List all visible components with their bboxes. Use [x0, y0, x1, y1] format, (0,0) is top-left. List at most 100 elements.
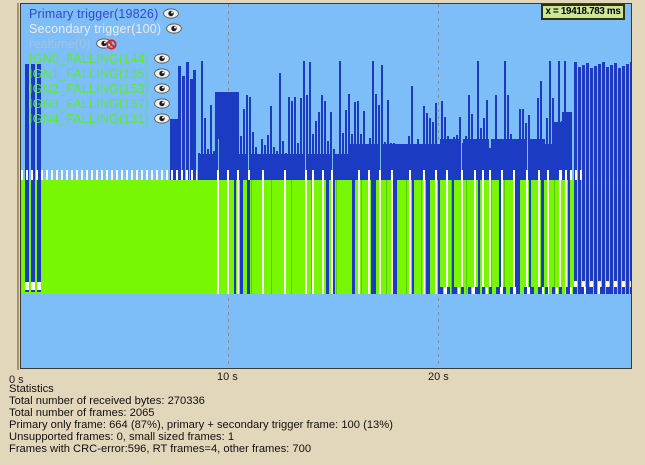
band-gap — [501, 179, 503, 294]
band-gap — [227, 179, 229, 294]
histogram-bar — [417, 139, 419, 180]
bottom-mark — [587, 287, 590, 294]
event-line — [247, 179, 250, 294]
tick — [368, 170, 370, 180]
visibility-eye-icon[interactable] — [154, 53, 170, 64]
event-bar — [618, 68, 621, 294]
band-gap — [284, 179, 286, 294]
histogram-bar — [477, 61, 479, 180]
legend-item-ign2-falling[interactable]: IGN2_FALLING(153) — [29, 81, 182, 96]
event-line — [426, 179, 430, 294]
legend-item-primary-trigger[interactable]: Primary trigger(19826) — [29, 6, 182, 21]
histogram-bar — [231, 151, 233, 180]
trigger-analyzer-window: { "chart": { "cursor_label": "x = 19418.… — [0, 0, 645, 465]
band-gap — [474, 179, 476, 294]
timeline-chart[interactable]: Primary trigger(19826) Secondary trigger… — [20, 3, 632, 369]
visibility-eye-icon[interactable] — [154, 83, 170, 94]
visibility-eye-icon[interactable] — [163, 8, 179, 19]
event-line — [234, 179, 236, 294]
event-line — [452, 179, 454, 294]
legend-item-secondary-trigger[interactable]: Secondary trigger(100) — [29, 21, 182, 36]
histogram-bar — [273, 147, 275, 180]
statistics-line-1: Total number of received bytes: 270336 — [9, 395, 393, 407]
tick — [461, 170, 463, 180]
histogram-bar — [237, 104, 239, 180]
bottom-mark — [472, 287, 474, 294]
event-mark — [590, 281, 593, 287]
histogram-bar — [193, 70, 196, 180]
event-mark — [614, 281, 617, 287]
band-texture-line — [386, 179, 387, 294]
visibility-eye-icon[interactable] — [154, 68, 170, 79]
histogram-bar — [288, 97, 290, 180]
bottom-mark — [524, 287, 527, 294]
event-line — [499, 179, 501, 294]
histogram-bar — [387, 100, 389, 180]
legend-item-ign4-falling[interactable]: IGN4_FALLING(131) — [29, 111, 182, 126]
legend-item-ign3-falling[interactable]: IGN3_FALLING(137) — [29, 96, 182, 111]
histogram-bar — [258, 154, 260, 180]
histogram-bar — [507, 95, 509, 180]
tick — [358, 170, 360, 180]
visibility-eye-icon[interactable] — [154, 98, 170, 109]
bottom-mark — [598, 287, 600, 294]
tick — [559, 170, 561, 180]
bottom-mark — [559, 287, 562, 294]
band-gap — [547, 179, 549, 294]
tick — [379, 170, 381, 180]
histogram-bar — [264, 145, 266, 180]
x-axis-tick-10s: 10 s — [217, 371, 238, 383]
visibility-eye-icon[interactable] — [96, 38, 112, 49]
tick — [446, 170, 448, 180]
bottom-mark — [517, 287, 520, 294]
band-gap — [358, 179, 360, 294]
event-line — [541, 179, 544, 294]
bottom-mark — [454, 287, 457, 294]
bottom-mark — [584, 287, 586, 294]
histogram-bar — [414, 146, 416, 180]
histogram-bar — [222, 143, 224, 180]
event-bar — [590, 68, 593, 294]
histogram-bar — [324, 101, 326, 180]
tick-comb — [21, 170, 197, 180]
histogram-bar — [333, 149, 335, 180]
event-line — [568, 179, 570, 294]
bottom-mark — [468, 287, 471, 294]
band-gap — [368, 179, 370, 294]
bottom-mark — [594, 287, 597, 294]
tick — [501, 170, 503, 180]
band-gap — [312, 179, 314, 294]
event-line — [393, 179, 397, 294]
histogram-bar — [357, 101, 359, 180]
event-mark — [31, 282, 35, 290]
histogram-bar — [201, 61, 203, 180]
histogram-bar — [528, 115, 530, 180]
visibility-eye-icon[interactable] — [166, 23, 182, 34]
statistics-line-2: Total number of frames: 2065 — [9, 407, 393, 419]
histogram-bar — [393, 143, 395, 180]
visibility-eye-icon[interactable] — [154, 113, 170, 124]
band-gap — [559, 179, 561, 294]
band-texture-line — [491, 179, 492, 294]
histogram-bar — [348, 94, 350, 180]
histogram-bar — [432, 122, 434, 180]
bottom-mark — [545, 287, 548, 294]
tick — [538, 170, 540, 180]
histogram-bar — [411, 86, 413, 180]
tick — [547, 170, 549, 180]
histogram-bar — [318, 112, 320, 180]
legend-item-ign0-falling[interactable]: IGN0_FALLING(144) — [29, 51, 182, 66]
histogram-bar — [279, 73, 281, 180]
band-gap — [526, 179, 528, 294]
band-gap — [461, 179, 463, 294]
band-texture-line — [466, 179, 467, 294]
tick — [312, 170, 314, 180]
histogram-bar — [519, 109, 521, 180]
statistics-line-5: Frames with CRC-error:596, RT frames=4, … — [9, 443, 393, 455]
legend-item-realtime[interactable]: realtime(0) — [29, 36, 182, 51]
histogram-bar — [372, 61, 374, 180]
tick — [284, 170, 286, 180]
histogram-bar — [243, 109, 245, 180]
event-bar — [594, 66, 597, 294]
legend-item-ign1-falling[interactable]: IGN1_FALLING(135) — [29, 66, 182, 81]
